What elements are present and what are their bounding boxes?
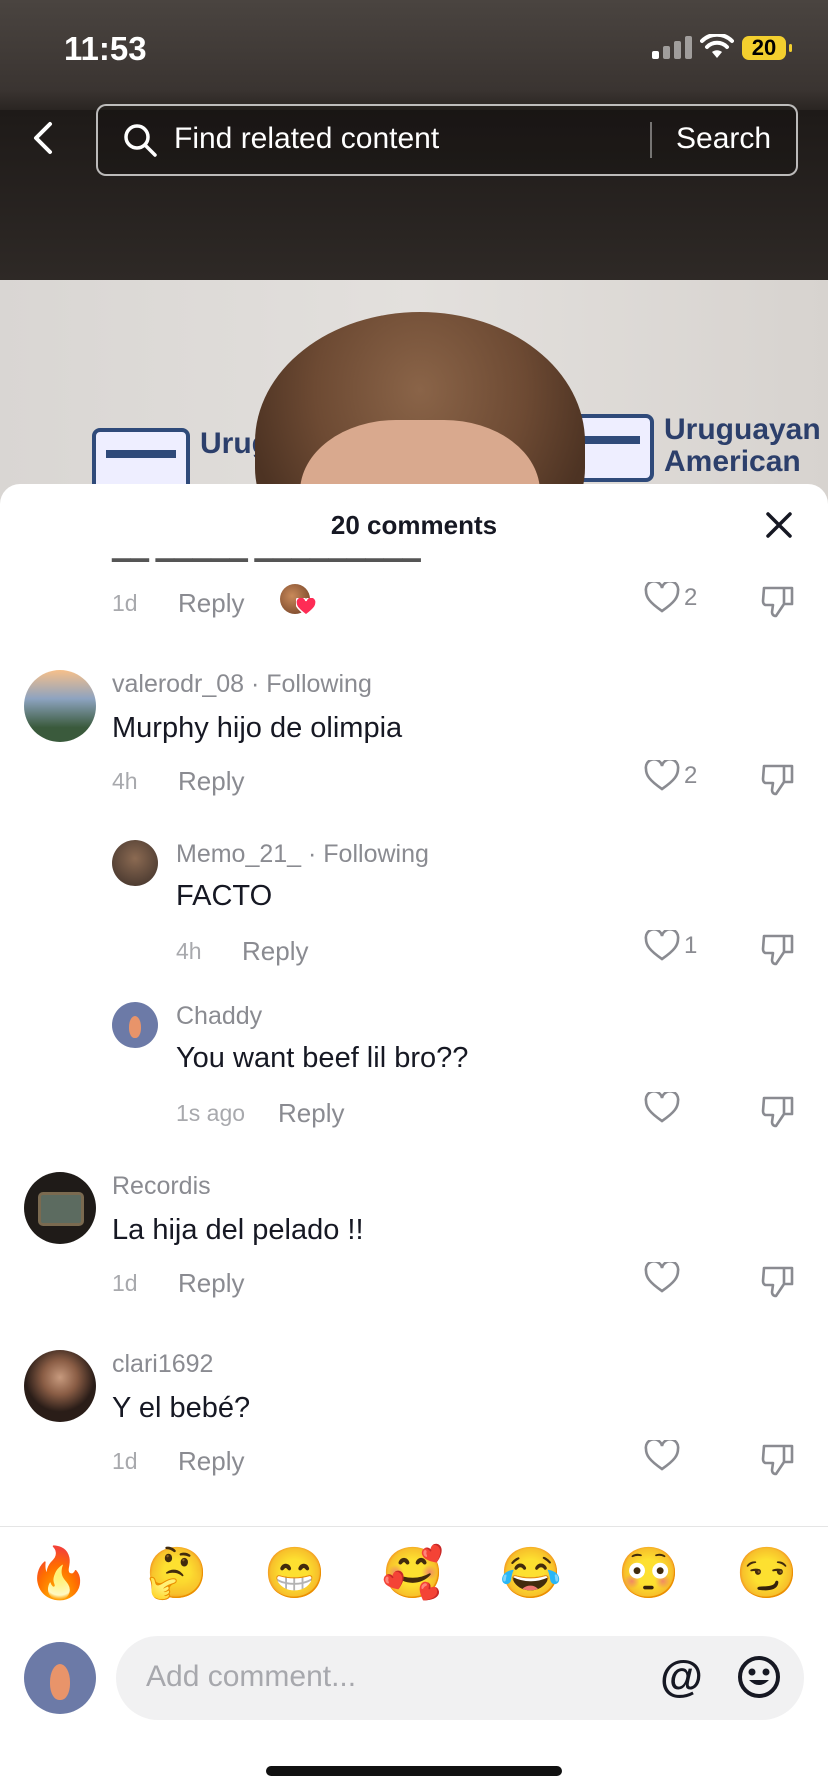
comment-time: 4h [112, 768, 138, 794]
comment-time: 1d [112, 590, 138, 616]
avatar[interactable] [24, 1172, 96, 1244]
avatar[interactable] [24, 670, 96, 742]
avatar[interactable] [112, 840, 158, 886]
search-divider [650, 122, 652, 158]
like-count: 1 [684, 932, 698, 959]
comment-text: Murphy hijo de olimpia [112, 712, 403, 744]
close-icon[interactable] [762, 508, 796, 542]
comment-text: FACTO [176, 880, 273, 912]
heart-icon [644, 1440, 680, 1471]
heart-icon [644, 760, 680, 791]
creator-liked-badge [280, 584, 316, 618]
banner-text-right: Uruguayan American [664, 413, 821, 478]
emoji-laughing[interactable]: 😂 [496, 1544, 566, 1603]
heart-icon [644, 1092, 680, 1123]
search-bar[interactable]: Find related content Search [96, 104, 798, 176]
input-divider [0, 1526, 828, 1527]
reply-button[interactable]: Reply [278, 1098, 344, 1129]
comment-text: Y el bebé? [112, 1392, 251, 1424]
status-bar: 11:53 20 [0, 0, 828, 96]
like-count: 2 [684, 584, 698, 611]
mention-button[interactable]: @ [660, 1652, 703, 1702]
cellular-signal-icon [652, 36, 692, 59]
emoji-fire[interactable]: 🔥 [24, 1544, 94, 1603]
heart-icon [644, 1262, 680, 1293]
like-button[interactable] [644, 1092, 680, 1124]
comment-time: 1s ago [176, 1100, 246, 1126]
like-count: 2 [684, 762, 698, 789]
status-time: 11:53 [64, 30, 147, 67]
comment-username[interactable]: Memo_21_ · Following [176, 840, 429, 869]
comment-time: 1d [112, 1448, 138, 1474]
comment-input-placeholder: Add comment... [146, 1660, 357, 1693]
comment-text: You want beef lil bro?? [176, 1042, 469, 1074]
heart-icon [644, 582, 680, 613]
reply-button[interactable]: Reply [178, 1268, 244, 1299]
reply-button[interactable]: Reply [242, 936, 308, 967]
comments-sheet: 20 comments ▁▁ ▁▁▁▁▁ ▁▁▁▁▁▁▁▁▁ 1d Reply … [0, 484, 828, 1792]
comment-time: 4h [176, 938, 202, 964]
clipped-comment-text: ▁▁ ▁▁▁▁▁ ▁▁▁▁▁▁▁▁▁ [112, 554, 421, 563]
emoji-smirk[interactable]: 😏 [732, 1544, 802, 1603]
emoji-flushed[interactable]: 😳 [614, 1544, 684, 1603]
battery-indicator: 20 [742, 36, 792, 60]
thumbs-down-icon[interactable] [760, 762, 796, 796]
comments-count-title: 20 comments [330, 510, 498, 540]
wifi-icon [700, 34, 734, 58]
like-button[interactable] [644, 1262, 680, 1294]
emoji-thinking[interactable]: 🤔 [142, 1544, 212, 1603]
like-button[interactable] [644, 1440, 680, 1472]
comment-username[interactable]: valerodr_08 · Following [112, 670, 372, 699]
avatar[interactable] [24, 1350, 96, 1422]
heart-icon [296, 598, 316, 616]
thumbs-down-icon[interactable] [760, 1094, 796, 1128]
thumbs-down-icon[interactable] [760, 1442, 796, 1476]
avatar[interactable] [112, 1002, 158, 1048]
comment-list[interactable]: ▁▁ ▁▁▁▁▁ ▁▁▁▁▁▁▁▁▁ 1d Reply 2 valerodr_0… [0, 554, 828, 1520]
emoji-grin[interactable]: 😁 [260, 1544, 330, 1603]
like-button[interactable]: 2 [644, 582, 697, 614]
like-button[interactable]: 2 [644, 760, 697, 792]
comment-username[interactable]: Chaddy [176, 1002, 262, 1031]
my-avatar [24, 1642, 96, 1714]
search-button[interactable]: Search [676, 122, 771, 156]
home-indicator [266, 1766, 562, 1776]
like-button[interactable]: 1 [644, 930, 697, 962]
comment-username[interactable]: clari1692 [112, 1350, 213, 1379]
thumbs-down-icon[interactable] [760, 1264, 796, 1298]
heart-icon [644, 930, 680, 961]
comment-text: La hija del pelado !! [112, 1214, 364, 1246]
search-input[interactable]: Find related content [174, 122, 439, 156]
comment-input[interactable]: Add comment... @ [116, 1636, 804, 1720]
back-chevron-icon[interactable] [22, 116, 66, 160]
quick-emoji-bar: 🔥 🤔 😁 🥰 😂 😳 😏 [0, 1544, 828, 1614]
comment-time: 1d [112, 1270, 138, 1296]
thumbs-down-icon[interactable] [760, 932, 796, 966]
search-icon [124, 124, 157, 157]
smiley-icon[interactable] [736, 1654, 782, 1700]
emoji-hearts[interactable]: 🥰 [378, 1544, 448, 1603]
reply-button[interactable]: Reply [178, 766, 244, 797]
reply-button[interactable]: Reply [178, 1446, 244, 1477]
reply-button[interactable]: Reply [178, 588, 244, 619]
comment-username[interactable]: Recordis [112, 1172, 211, 1201]
thumbs-down-icon[interactable] [760, 584, 796, 618]
